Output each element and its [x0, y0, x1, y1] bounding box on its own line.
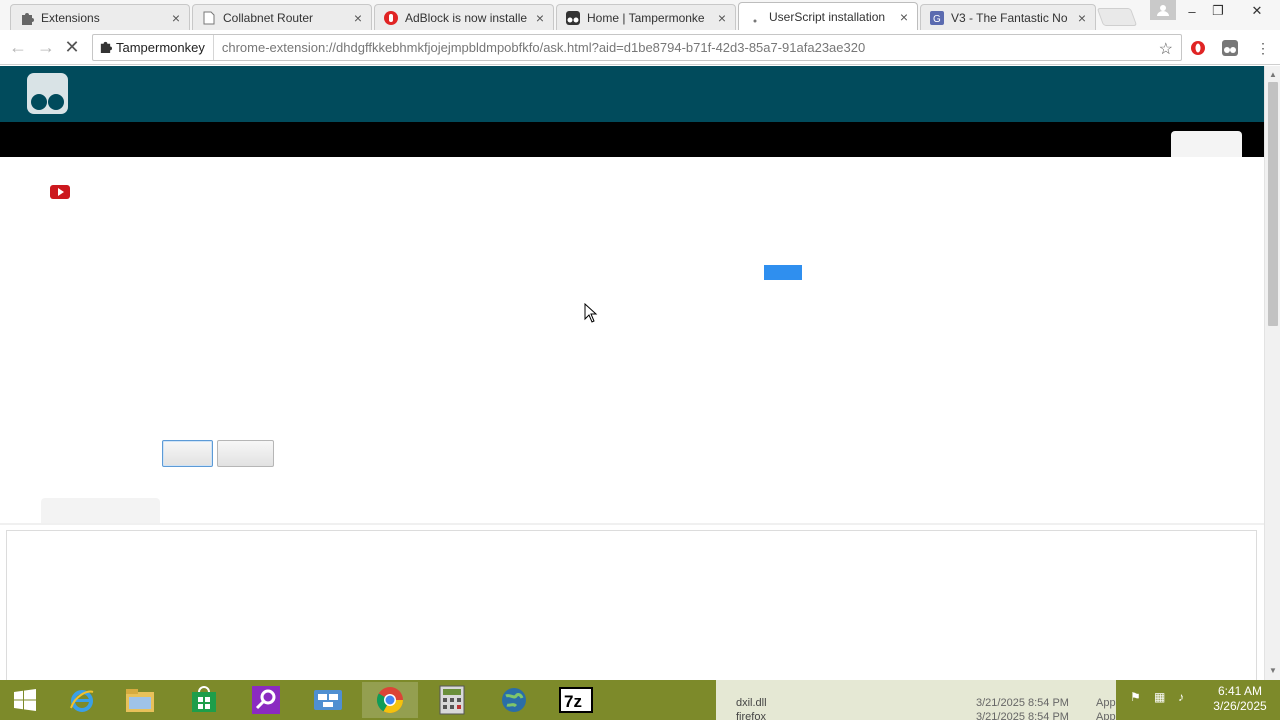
scroll-up-arrow-icon[interactable]: ▲	[1265, 68, 1280, 82]
calculator-app-icon[interactable]	[424, 682, 480, 718]
close-icon[interactable]: ×	[351, 11, 365, 25]
forward-arrow-icon[interactable]: →	[36, 38, 56, 58]
source-code-editor[interactable]	[6, 530, 1257, 680]
opera-extension-icon[interactable]	[1190, 40, 1206, 56]
mouse-cursor-icon	[584, 303, 598, 323]
chrome-icon[interactable]	[362, 682, 418, 718]
file-name: dxil.dll	[736, 697, 767, 709]
tab-strip: Extensions × Collabnet Router × AdBlock …	[0, 0, 1280, 30]
stop-loading-icon[interactable]: ✕	[62, 38, 82, 58]
cancel-button[interactable]	[217, 440, 274, 467]
start-button[interactable]	[0, 682, 50, 718]
address-bar[interactable]: Tampermonkey chrome-extension://dhdgffkk…	[92, 34, 1182, 61]
tab-title: AdBlock is now installe	[405, 10, 528, 25]
tab-tampermonkey-home[interactable]: Home | Tampermonke ×	[556, 4, 736, 30]
page-icon	[201, 10, 217, 26]
menu-kebab-icon[interactable]: ⋮	[1255, 40, 1271, 56]
nav-tab[interactable]	[1171, 131, 1242, 157]
page-scrollbar[interactable]: ▲ ▼	[1264, 66, 1280, 680]
tampermonkey-nav-bar	[0, 122, 1264, 157]
globe-app-icon[interactable]	[486, 682, 542, 718]
file-date: 3/21/2025 8:54 PM	[976, 711, 1069, 720]
close-icon[interactable]: ×	[1075, 11, 1089, 25]
close-icon[interactable]: ×	[715, 11, 729, 25]
close-icon[interactable]: ×	[533, 11, 547, 25]
tampermonkey-icon	[565, 10, 581, 26]
tab-title: Extensions	[41, 10, 100, 25]
new-tab-button[interactable]	[1096, 8, 1138, 26]
tab-title: V3 - The Fantastic No	[951, 10, 1068, 25]
version-badge	[764, 265, 802, 280]
scroll-down-arrow-icon[interactable]: ▼	[1265, 664, 1280, 678]
network-icon[interactable]: ▦	[1154, 690, 1165, 704]
profile-icon[interactable]	[1150, 0, 1176, 20]
restore-icon[interactable]: ❐	[1204, 0, 1232, 22]
tab-divider	[0, 523, 1264, 525]
youtube-icon	[50, 185, 70, 199]
tab-collabnet-router[interactable]: Collabnet Router ×	[192, 4, 372, 30]
tab-title: Collabnet Router	[223, 10, 314, 25]
close-icon[interactable]: ×	[897, 10, 911, 24]
logo-eye-right	[48, 94, 64, 110]
svg-text:G: G	[933, 14, 941, 25]
source-tab[interactable]	[41, 498, 160, 524]
puzzle-icon	[99, 40, 112, 56]
tampermonkey-header	[0, 66, 1264, 122]
scroll-thumb[interactable]	[1268, 82, 1278, 326]
tab-userscript-installation[interactable]: UserScript installation ×	[738, 2, 918, 30]
tab-extensions[interactable]: Extensions ×	[10, 4, 190, 30]
bookmark-star-icon[interactable]: ☆	[1159, 39, 1173, 59]
window-close-icon[interactable]: ✕	[1240, 0, 1274, 22]
svg-text:7z: 7z	[564, 692, 582, 711]
clock-time: 6:41 AM	[1217, 684, 1263, 698]
file-name: firefox	[736, 711, 766, 720]
tab-adblock[interactable]: AdBlock is now installe ×	[374, 4, 554, 30]
logo-eye-left	[31, 94, 47, 110]
install-button[interactable]	[162, 440, 213, 467]
windows-logo-icon	[14, 689, 36, 711]
volume-icon[interactable]: ♪	[1178, 690, 1184, 704]
file-type: Applicati	[1096, 697, 1116, 709]
network-app-icon[interactable]	[300, 682, 356, 718]
search-app-icon[interactable]	[238, 682, 294, 718]
file-type: Application	[1096, 711, 1116, 720]
adblock-icon	[383, 10, 399, 26]
extension-origin-chip[interactable]: Tampermonkey	[93, 35, 214, 60]
system-clock[interactable]: 6:41 AM 3/26/2025	[1202, 684, 1278, 714]
back-arrow-icon[interactable]: ←	[8, 38, 28, 58]
clock-date: 3/26/2025	[1213, 699, 1267, 713]
greasyfork-icon: G	[929, 10, 945, 26]
close-icon[interactable]: ×	[169, 11, 183, 25]
flag-icon[interactable]: ⚑	[1130, 690, 1141, 704]
windows-taskbar: 7z dxil.dll 3/21/2025 8:54 PM Applicati …	[0, 680, 1280, 720]
loading-icon	[747, 9, 763, 25]
url-text[interactable]: chrome-extension://dhdgffkkebhmkfjojejmp…	[214, 40, 1181, 55]
tampermonkey-logo	[27, 73, 68, 114]
tab-title: UserScript installation	[769, 9, 886, 24]
tab-title: Home | Tampermonke	[587, 10, 705, 25]
internet-explorer-icon[interactable]	[54, 682, 110, 718]
page-content	[0, 66, 1264, 680]
tab-v3-fantastic[interactable]: G V3 - The Fantastic No ×	[920, 4, 1096, 30]
file-list-peek: dxil.dll 3/21/2025 8:54 PM Applicati fir…	[716, 680, 1116, 720]
store-icon[interactable]	[176, 682, 232, 718]
file-date: 3/21/2025 8:54 PM	[976, 697, 1069, 709]
puzzle-icon	[19, 10, 35, 26]
minimize-icon[interactable]: –	[1178, 0, 1206, 22]
origin-label: Tampermonkey	[116, 40, 205, 55]
file-explorer-icon[interactable]	[112, 682, 168, 718]
7zip-icon[interactable]: 7z	[548, 682, 604, 718]
tampermonkey-extension-icon[interactable]	[1222, 40, 1238, 56]
browser-toolbar: ← → ✕ Tampermonkey chrome-extension://dh…	[0, 30, 1280, 65]
